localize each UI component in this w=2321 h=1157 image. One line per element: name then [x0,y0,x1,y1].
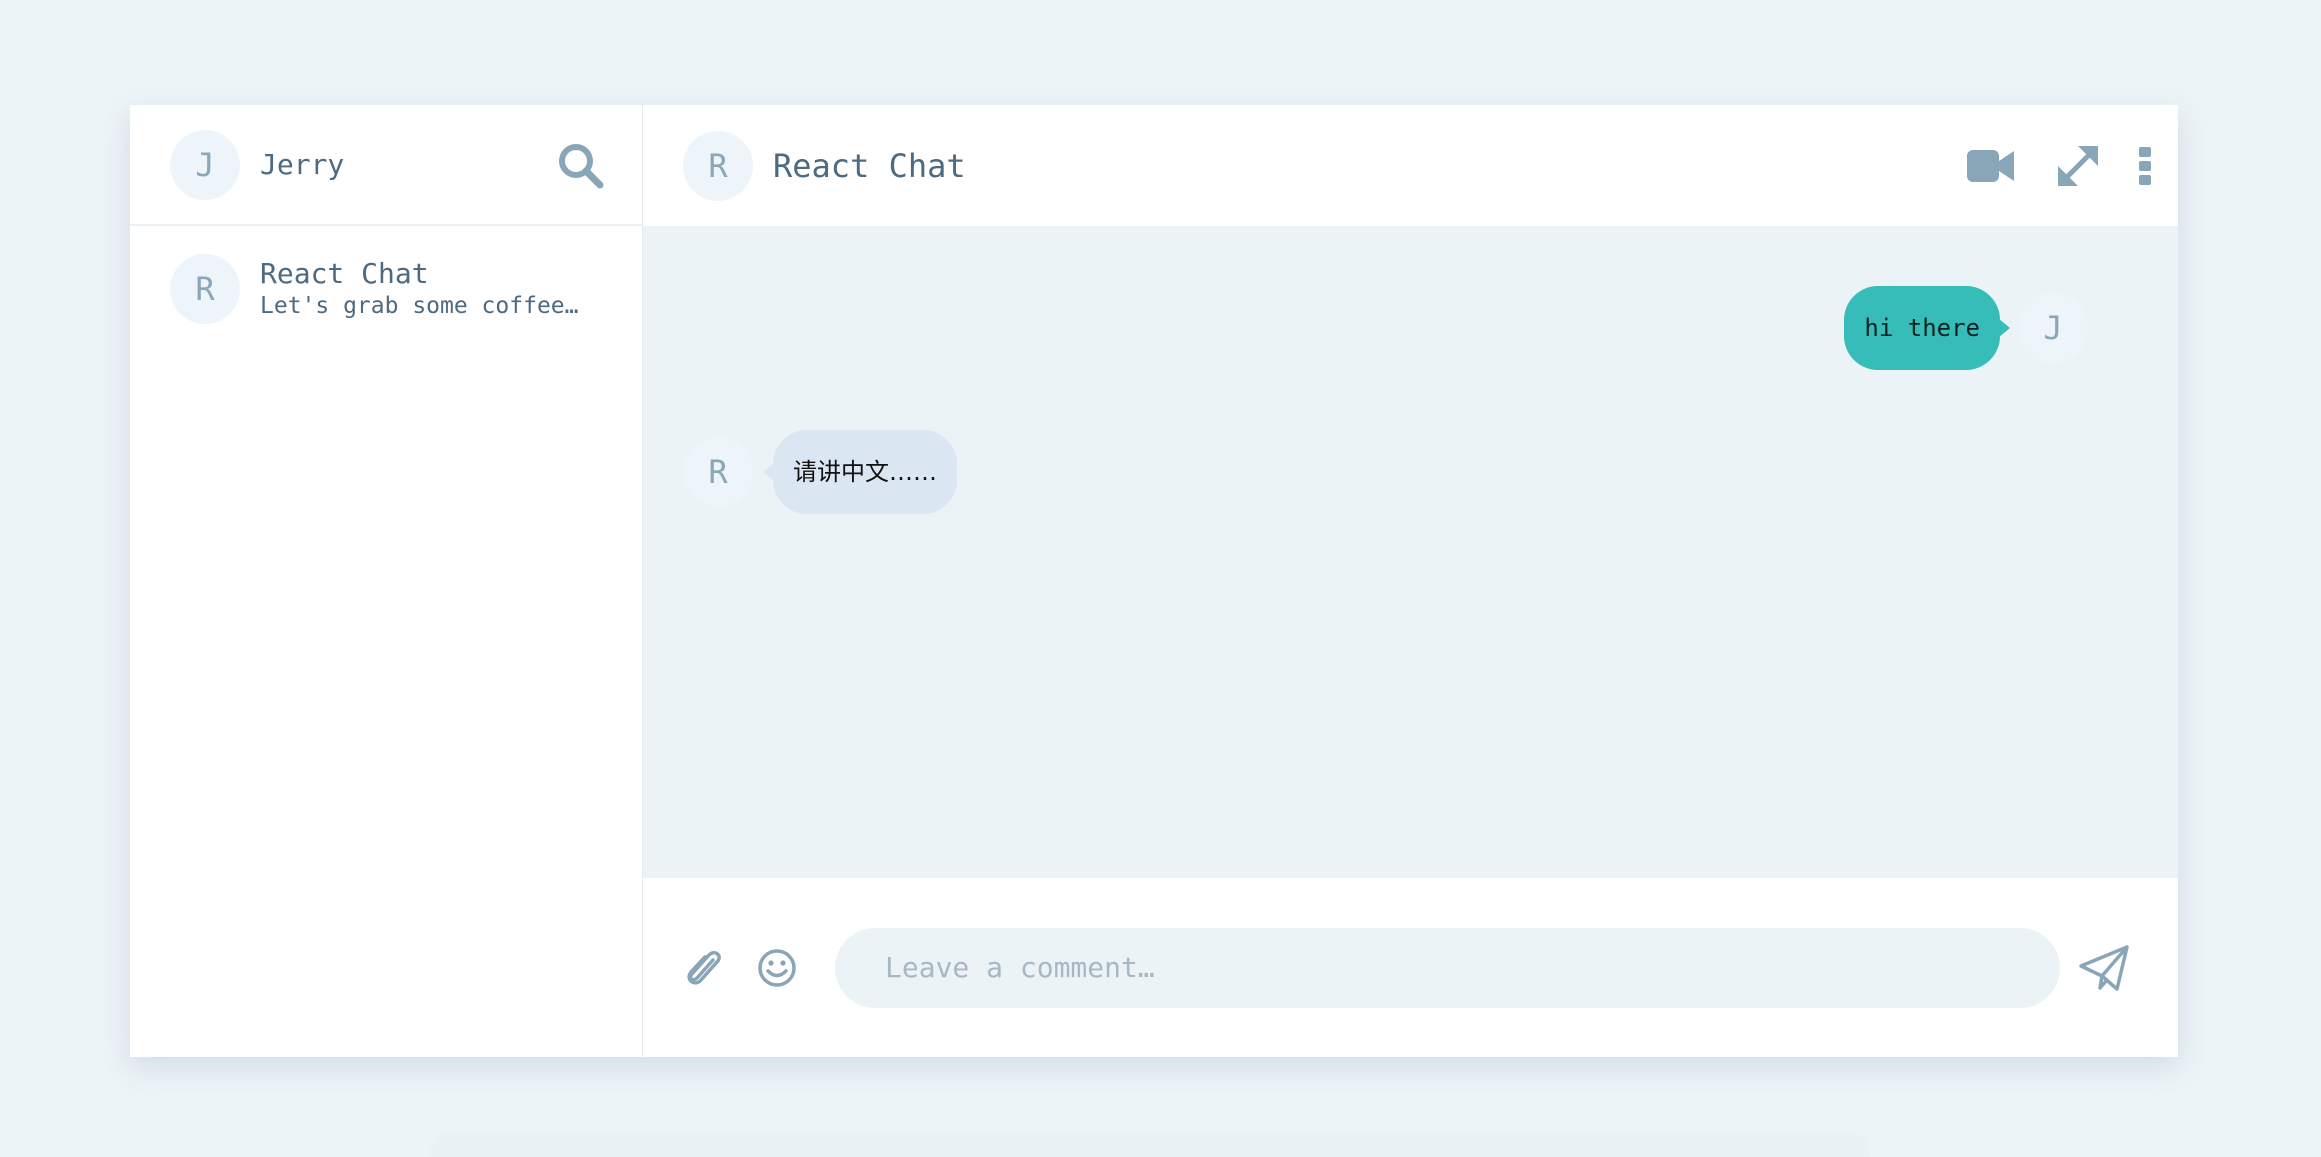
outgoing-message: hi there J [1844,286,2088,370]
incoming-message: R 请讲中文…… [683,430,957,514]
search-icon[interactable] [558,143,604,189]
chat-avatar[interactable]: R [683,130,753,201]
chat-title: React Chat [773,146,966,185]
chat-app-window: J Jerry R React Chat Let's grab some cof… [130,105,2178,1057]
smiley-icon[interactable] [757,948,797,988]
message-avatar: R [683,437,753,507]
message-list[interactable]: hi there J R 请讲中文…… [643,226,2178,878]
sidebar-header: J Jerry [130,105,642,226]
message-avatar: J [2018,293,2088,363]
background-decoration [430,1132,1870,1157]
message-composer [643,878,2178,1057]
outgoing-message-bubble: hi there [1844,286,2010,370]
chat-main: R React Chat hi there J R 请讲中文…… Leave a… [643,105,2178,1057]
expand-icon[interactable] [2056,144,2100,188]
conversation-item[interactable]: R React Chat Let's grab some coffee a… [130,226,642,351]
paperclip-icon[interactable] [683,946,723,990]
send-icon[interactable] [2078,944,2130,992]
more-vertical-icon[interactable] [2138,146,2152,186]
incoming-message-bubble: 请讲中文…… [763,430,957,514]
current-user-avatar[interactable]: J [170,129,240,200]
current-user-name: Jerry [260,148,345,181]
sidebar: J Jerry R React Chat Let's grab some cof… [130,105,643,1057]
conversation-text: React Chat Let's grab some coffee a… [260,257,592,321]
video-camera-icon[interactable] [1966,146,2016,186]
conversation-avatar: R [170,253,240,324]
conversation-title: React Chat [260,256,429,290]
chat-header-actions [1966,105,2152,226]
chat-header: R React Chat [643,105,2178,226]
conversation-preview: Let's grab some coffee a… [260,292,592,319]
comment-input[interactable] [835,927,2060,1008]
